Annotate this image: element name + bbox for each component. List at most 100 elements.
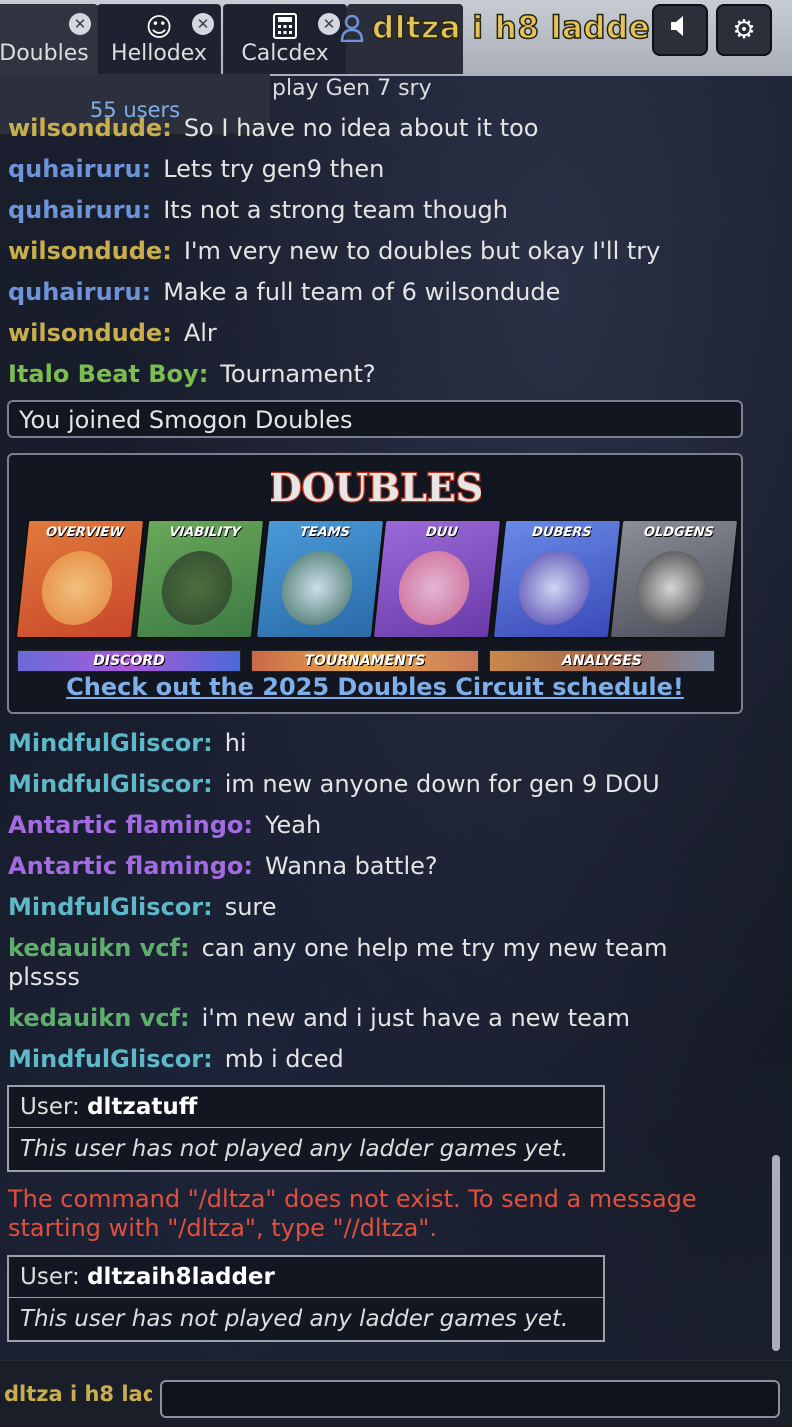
chat-scrollbar[interactable] <box>772 1155 780 1351</box>
chat-message: Italo Beat Boy: Tournament? <box>8 360 376 389</box>
pokemon-art <box>278 551 356 625</box>
chat-username[interactable]: wilsondude: <box>8 319 172 347</box>
card-dubers[interactable]: DUBERS <box>491 519 623 639</box>
chat-username[interactable]: kedauikn vcf: <box>8 1004 190 1032</box>
strip-tournaments[interactable]: TOURNAMENTS <box>251 650 479 672</box>
top-username[interactable]: dltza i h8 ladder <box>371 9 666 47</box>
user-name[interactable]: dltzatuff <box>87 1094 197 1120</box>
circuit-schedule-link[interactable]: Check out the 2025 Doubles Circuit sched… <box>9 673 741 701</box>
chat-username[interactable]: wilsondude: <box>8 237 172 265</box>
chat-username[interactable]: wilsondude: <box>8 114 172 142</box>
room-intro-banner: DOUBLES OVERVIEW VIABILITY TEAMS DUU DUB… <box>7 453 743 714</box>
card-viability[interactable]: VIABILITY <box>134 519 266 639</box>
card-label: DUBERS <box>531 525 593 540</box>
user-name[interactable]: dltzaih8ladder <box>87 1264 275 1290</box>
pokemon-art <box>515 551 593 625</box>
card-duu[interactable]: DUU <box>371 519 503 639</box>
chat-text: i'm new and i just have a new team <box>201 1004 630 1032</box>
chat-username[interactable]: MindfulGliscor: <box>8 893 213 921</box>
ladder-status: This user has not played any ladder game… <box>20 1136 569 1162</box>
chat-username[interactable]: quhairuru: <box>8 196 151 224</box>
chat-text: Make a full team of 6 wilsondude <box>163 278 561 306</box>
smiley-icon: ☺ <box>145 13 173 43</box>
chat-message: wilsondude: I'm very new to doubles but o… <box>8 237 660 266</box>
card-label: OLDGENS <box>643 525 715 540</box>
card-overview[interactable]: OVERVIEW <box>14 519 146 639</box>
chat-username[interactable]: MindfulGliscor: <box>8 1045 213 1073</box>
chat-text: mb i dced <box>224 1045 344 1073</box>
own-username[interactable]: dltza i h8 ladder <box>4 1382 152 1406</box>
chat-text: I'm very new to doubles but okay I'll tr… <box>183 237 661 265</box>
close-tab-icon[interactable]: ✕ <box>318 13 340 35</box>
chat-text: Yeah <box>265 811 322 839</box>
chat-text: Alr <box>183 319 217 347</box>
chat-username[interactable]: MindfulGliscor: <box>8 770 213 798</box>
chat-text: im new anyone down for gen 9 DOU <box>224 770 660 798</box>
close-tab-icon[interactable]: ✕ <box>192 13 214 35</box>
chat-input[interactable] <box>160 1380 780 1418</box>
chat-username[interactable]: Antartic flamingo: <box>8 852 253 880</box>
settings-button[interactable]: ⚙ <box>716 4 772 56</box>
tab-label: Calcdex <box>241 41 329 66</box>
chat-message: quhairuru: Make a full team of 6 wilsondu… <box>8 278 560 307</box>
ladder-info-box: User: dltzatuff This user has not played… <box>7 1085 605 1172</box>
chat-username[interactable]: quhairuru: <box>8 278 151 306</box>
partially-hidden-message: play Gen 7 sry <box>272 76 432 101</box>
card-oldgens[interactable]: OLDGENS <box>608 519 740 639</box>
pokemon-art <box>632 551 710 625</box>
chat-username[interactable]: quhairuru: <box>8 155 151 183</box>
gear-icon: ⚙ <box>732 15 756 45</box>
card-label: DUU <box>425 525 459 540</box>
chat-username[interactable]: MindfulGliscor: <box>8 729 213 757</box>
tab-doubles[interactable]: ✕ Doubles <box>0 4 98 74</box>
chat-message: MindfulGliscor: im new anyone down for ge… <box>8 770 660 799</box>
chat-message: Antartic flamingo: Wanna battle? <box>8 852 438 881</box>
chat-username[interactable]: Antartic flamingo: <box>8 811 253 839</box>
speaker-icon <box>671 16 683 36</box>
pokemon-art <box>158 551 236 625</box>
strip-analyses[interactable]: ANALYSES <box>489 650 715 672</box>
user-label: User: <box>20 1264 80 1290</box>
top-bar: ✕ Doubles ☺ ✕ Hellodex ✕ Calcdex dltza i… <box>0 0 792 76</box>
tab-hellodex[interactable]: ☺ ✕ Hellodex <box>97 4 221 74</box>
chat-message: MindfulGliscor: hi <box>8 729 247 758</box>
chat-text: So I have no idea about it too <box>183 114 539 142</box>
chat-username[interactable]: Italo Beat Boy: <box>8 360 208 388</box>
doubles-logo: DOUBLES <box>271 464 481 511</box>
chat-text: can any one help me try my new team <box>201 934 668 962</box>
user-label: User: <box>20 1094 80 1120</box>
chat-text: Tournament? <box>220 360 376 388</box>
chat-username[interactable]: kedauikn vcf: <box>8 934 190 962</box>
tab-label: Hellodex <box>111 41 207 66</box>
pokemon-art <box>395 551 473 625</box>
chat-text: Its not a strong team though <box>163 196 508 224</box>
chat-text: sure <box>224 893 277 921</box>
strip-discord[interactable]: DISCORD <box>17 650 241 672</box>
chat-message: MindfulGliscor: mb i dced <box>8 1045 344 1074</box>
chat-message: kedauikn vcf: i'm new and i just have a n… <box>8 1004 630 1033</box>
chat-message: MindfulGliscor: sure <box>8 893 277 922</box>
ladder-status: This user has not played any ladder game… <box>20 1306 569 1332</box>
svg-text:DOUBLES: DOUBLES <box>271 465 481 510</box>
chat-message: quhairuru: Lets try gen9 then <box>8 155 384 184</box>
card-teams[interactable]: TEAMS <box>254 519 386 639</box>
tab-calcdex[interactable]: ✕ Calcdex <box>223 4 347 74</box>
user-row: User: dltzaih8ladder <box>9 1257 603 1298</box>
chat-message: quhairuru: Its not a strong team though <box>8 196 508 225</box>
sound-button[interactable] <box>652 4 708 56</box>
tab-label: Doubles <box>0 41 89 66</box>
error-message: The command "/dltza" does not exist. To … <box>8 1185 697 1242</box>
card-label: OVERVIEW <box>45 525 125 540</box>
chat-text: hi <box>224 729 247 757</box>
close-tab-icon[interactable]: ✕ <box>69 13 91 35</box>
chat-message: Antartic flamingo: Yeah <box>8 811 321 840</box>
chat-message: wilsondude: Alr <box>8 319 217 348</box>
joined-notice: You joined Smogon Doubles <box>7 400 743 438</box>
chat-text: Lets try gen9 then <box>163 155 385 183</box>
user-icon <box>340 14 364 49</box>
chat-message: kedauikn vcf: can any one help me try my … <box>8 934 667 963</box>
user-row: User: dltzatuff <box>9 1087 603 1128</box>
chat-message-continued: plssss <box>8 963 80 991</box>
card-label: VIABILITY <box>168 525 242 540</box>
pokemon-art <box>38 551 116 625</box>
